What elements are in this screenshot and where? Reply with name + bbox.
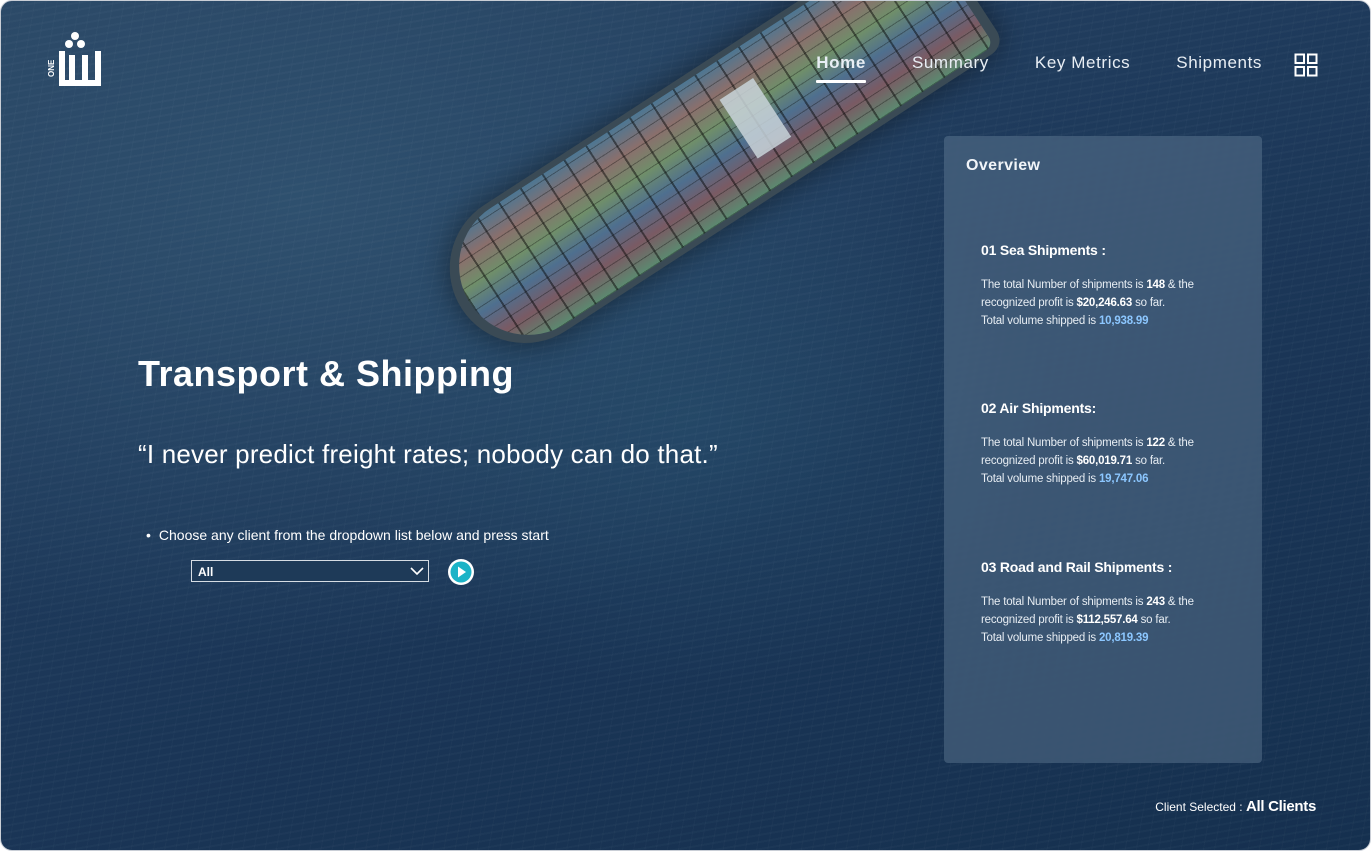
overview-title: Overview <box>966 157 1041 174</box>
profit-prefix: recognized profit is <box>981 455 1077 467</box>
road-rail-shipments-section: 03 Road and Rail Shipments : The total N… <box>981 559 1251 647</box>
count-suffix: & the <box>1164 437 1194 449</box>
instruction-label: Choose any client from the dropdown list… <box>158 527 549 543</box>
profit-suffix: so far. <box>1132 455 1165 467</box>
count-suffix: & the <box>1164 279 1194 291</box>
volume-value: 19,747.06 <box>1098 473 1149 485</box>
client-dropdown[interactable]: All <box>191 560 429 582</box>
nav-home[interactable]: Home <box>816 53 866 83</box>
profit-value: $60,019.71 <box>1076 455 1133 467</box>
instruction-text: • Choose any client from the dropdown lis… <box>146 527 549 543</box>
section-count-line: The total Number of shipments is 148 & t… <box>981 276 1251 294</box>
profit-value: $112,557.64 <box>1076 614 1138 626</box>
grid-icon[interactable] <box>1294 53 1318 77</box>
section-profit-line: recognized profit is $20,246.63 so far. <box>981 294 1251 312</box>
client-selected-label: Client Selected : <box>1155 800 1246 814</box>
nav-summary[interactable]: Summary <box>912 53 989 83</box>
client-selected-indicator: Client Selected : All Clients <box>1155 798 1316 815</box>
profit-suffix: so far. <box>1137 614 1171 626</box>
chevron-down-icon <box>410 567 424 576</box>
profit-prefix: recognized profit is <box>981 614 1077 626</box>
section-profit-line: recognized profit is $60,019.71 so far. <box>981 452 1251 470</box>
shipment-count: 148 <box>1146 279 1165 291</box>
profit-prefix: recognized profit is <box>981 297 1077 309</box>
one-logo-icon: ONE <box>47 32 101 86</box>
client-dropdown-value: All <box>198 565 214 579</box>
client-selected-value: All Clients <box>1245 798 1316 815</box>
volume-value: 10,938.99 <box>1098 315 1149 327</box>
count-prefix: The total Number of shipments is <box>981 437 1147 449</box>
nav-key-metrics[interactable]: Key Metrics <box>1035 53 1130 83</box>
section-heading: 01 Sea Shipments : <box>981 242 1106 258</box>
hero-quote: “I never predict freight rates; nobody c… <box>138 439 718 469</box>
top-nav: Home Summary Key Metrics Shipments <box>816 53 1262 83</box>
profit-suffix: so far. <box>1132 297 1165 309</box>
ship-bridge <box>719 78 792 159</box>
section-count-line: The total Number of shipments is 243 & t… <box>981 593 1251 611</box>
shipment-count: 243 <box>1146 596 1165 608</box>
section-volume-line: Total volume shipped is 20,819.39 <box>981 629 1251 647</box>
section-heading: 03 Road and Rail Shipments : <box>981 559 1173 575</box>
section-volume-line: Total volume shipped is 10,938.99 <box>981 312 1251 330</box>
volume-prefix: Total volume shipped is <box>981 473 1099 485</box>
profit-value: $20,246.63 <box>1076 297 1133 309</box>
count-prefix: The total Number of shipments is <box>981 596 1147 608</box>
section-heading: 02 Air Shipments: <box>981 400 1097 416</box>
start-button[interactable] <box>447 558 475 586</box>
shipment-count: 122 <box>1146 437 1165 449</box>
overview-panel: Overview 01 Sea Shipments : The total Nu… <box>944 136 1262 763</box>
volume-prefix: Total volume shipped is <box>981 315 1099 327</box>
section-count-line: The total Number of shipments is 122 & t… <box>981 434 1251 452</box>
air-shipments-section: 02 Air Shipments: The total Number of sh… <box>981 400 1251 488</box>
nav-shipments[interactable]: Shipments <box>1176 53 1262 83</box>
volume-value: 20,819.39 <box>1098 632 1149 644</box>
section-volume-line: Total volume shipped is 19,747.06 <box>981 470 1251 488</box>
volume-prefix: Total volume shipped is <box>981 632 1099 644</box>
count-suffix: & the <box>1164 596 1194 608</box>
logo-text: ONE <box>47 59 56 77</box>
bullet: • <box>146 527 151 543</box>
count-prefix: The total Number of shipments is <box>981 279 1147 291</box>
page-title: Transport & Shipping <box>138 353 514 394</box>
section-profit-line: recognized profit is $112,557.64 so far. <box>981 611 1251 629</box>
app-frame: ONE Home Summary Key Metrics Shipments T… <box>0 0 1371 851</box>
sea-shipments-section: 01 Sea Shipments : The total Number of s… <box>981 242 1251 330</box>
